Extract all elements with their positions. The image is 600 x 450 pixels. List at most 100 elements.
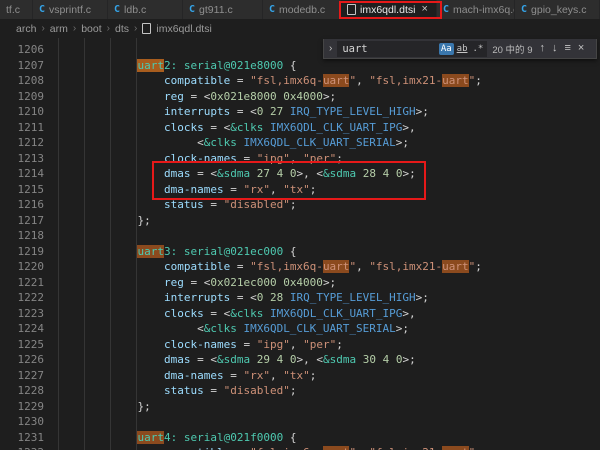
- close-find-button[interactable]: ×: [576, 43, 586, 54]
- tab-ldb.c[interactable]: Cldb.c: [108, 0, 183, 19]
- tab-gpio_keys.c[interactable]: Cgpio_keys.c: [515, 0, 600, 19]
- tab-label: vsprintf.c: [49, 4, 91, 16]
- code-line[interactable]: 1228 status = "disabled";: [0, 383, 600, 399]
- line-number: 1211: [0, 120, 44, 136]
- code-line[interactable]: 1227 dma-names = "rx", "tx";: [0, 368, 600, 384]
- code-line[interactable]: 1210 interrupts = <0 27 IRQ_TYPE_LEVEL_H…: [0, 104, 600, 120]
- breadcrumb[interactable]: arch›arm›boot›dts›imx6qdl.dtsi: [0, 19, 600, 38]
- file-icon: [142, 23, 151, 34]
- tab-tf.c[interactable]: tf.c: [0, 0, 33, 19]
- search-match: uart: [442, 446, 469, 450]
- code-line[interactable]: 1217 };: [0, 213, 600, 229]
- line-number: 1223: [0, 306, 44, 322]
- breadcrumb-item[interactable]: arm: [50, 23, 68, 35]
- code-text: dma-names = "rx", "tx";: [58, 368, 316, 384]
- code-line[interactable]: 1223 clocks = <&clks IMX6QDL_CLK_UART_IP…: [0, 306, 600, 322]
- tab-bar: tf.cCvsprintf.cCldb.cCgt911.cCmodedb.cim…: [0, 0, 600, 19]
- code-text: status = "disabled";: [58, 383, 296, 399]
- code-text: clock-names = "ipg", "per";: [58, 337, 343, 353]
- tab-gt911.c[interactable]: Cgt911.c: [183, 0, 263, 19]
- line-number: 1231: [0, 430, 44, 446]
- breadcrumb-item[interactable]: arch: [16, 23, 36, 35]
- code-line[interactable]: 1230: [0, 414, 600, 430]
- toggle-replace-chevron-icon[interactable]: ›: [327, 43, 334, 54]
- regex-toggle[interactable]: .*: [471, 43, 486, 55]
- code-line[interactable]: 1209 reg = <0x021e8000 0x4000>;: [0, 89, 600, 105]
- find-query-text[interactable]: uart: [342, 43, 437, 55]
- line-number: 1209: [0, 89, 44, 105]
- tab-modedb.c[interactable]: Cmodedb.c: [263, 0, 341, 19]
- breadcrumb-item[interactable]: boot: [81, 23, 101, 35]
- code-lines: 12061207 uart2: serial@021e8000 {1208 co…: [0, 42, 600, 450]
- line-number: 1222: [0, 290, 44, 306]
- tab-label: imx6qdl.dtsi: [360, 4, 415, 16]
- code-line[interactable]: 1224 <&clks IMX6QDL_CLK_UART_SERIAL>;: [0, 321, 600, 337]
- code-line[interactable]: 1231 uart4: serial@021f0000 {: [0, 430, 600, 446]
- code-line[interactable]: 1225 clock-names = "ipg", "per";: [0, 337, 600, 353]
- breadcrumb-separator-icon: ›: [41, 23, 44, 34]
- code-line[interactable]: 1226 dmas = <&sdma 29 4 0>, <&sdma 30 4 …: [0, 352, 600, 368]
- whole-word-toggle[interactable]: ab: [455, 43, 470, 55]
- code-text: <&clks IMX6QDL_CLK_UART_SERIAL>;: [58, 135, 409, 151]
- line-number: 1220: [0, 259, 44, 275]
- next-match-button[interactable]: ↓: [550, 43, 560, 54]
- tab-imx6qdl.dtsi[interactable]: imx6qdl.dtsi ×: [341, 0, 437, 19]
- close-tab-icon[interactable]: ×: [421, 4, 427, 15]
- code-line[interactable]: 1216 status = "disabled";: [0, 197, 600, 213]
- code-text: <&clks IMX6QDL_CLK_UART_SERIAL>;: [58, 321, 409, 337]
- code-text: compatible = "fsl,imx6q-uart", "fsl,imx2…: [58, 259, 482, 275]
- line-number: 1212: [0, 135, 44, 151]
- code-text: compatible = "fsl,imx6q-uart", "fsl,imx2…: [58, 73, 482, 89]
- c-file-icon: C: [39, 4, 45, 15]
- line-number: 1229: [0, 399, 44, 415]
- tab-label: tf.c: [6, 4, 20, 16]
- code-line[interactable]: 1214 dmas = <&sdma 27 4 0>, <&sdma 28 4 …: [0, 166, 600, 182]
- code-text: reg = <0x021ec000 0x4000>;: [58, 275, 336, 291]
- tab-label: ldb.c: [124, 4, 146, 16]
- line-number: 1227: [0, 368, 44, 384]
- c-file-icon: C: [189, 4, 195, 15]
- line-number: 1224: [0, 321, 44, 337]
- search-match: uart: [442, 260, 469, 273]
- code-line[interactable]: 1221 reg = <0x021ec000 0x4000>;: [0, 275, 600, 291]
- line-number: 1207: [0, 58, 44, 74]
- code-line[interactable]: 1208 compatible = "fsl,imx6q-uart", "fsl…: [0, 73, 600, 89]
- match-case-toggle[interactable]: Aa: [439, 43, 454, 55]
- code-line[interactable]: 1213 clock-names = "ipg", "per";: [0, 151, 600, 167]
- code-line[interactable]: 1220 compatible = "fsl,imx6q-uart", "fsl…: [0, 259, 600, 275]
- code-line[interactable]: 1215 dma-names = "rx", "tx";: [0, 182, 600, 198]
- search-match: uart: [137, 431, 164, 444]
- code-text: reg = <0x021e8000 0x4000>;: [58, 89, 336, 105]
- c-file-icon: C: [521, 4, 527, 15]
- code-text: interrupts = <0 27 IRQ_TYPE_LEVEL_HIGH>;: [58, 104, 429, 120]
- breadcrumb-filename[interactable]: imx6qdl.dtsi: [156, 23, 211, 35]
- line-number: 1228: [0, 383, 44, 399]
- breadcrumb-item[interactable]: dts: [115, 23, 129, 35]
- code-text: };: [58, 213, 151, 229]
- code-line[interactable]: 1222 interrupts = <0 28 IRQ_TYPE_LEVEL_H…: [0, 290, 600, 306]
- tab-mach-imx6q.c[interactable]: Cmach-imx6q.c: [437, 0, 515, 19]
- code-text: dmas = <&sdma 29 4 0>, <&sdma 30 4 0>;: [58, 352, 416, 368]
- line-number: 1219: [0, 244, 44, 260]
- code-editor[interactable]: 12061207 uart2: serial@021e8000 {1208 co…: [0, 38, 600, 450]
- code-line[interactable]: 1211 clocks = <&clks IMX6QDL_CLK_UART_IP…: [0, 120, 600, 136]
- search-match: uart: [323, 446, 350, 450]
- code-line[interactable]: 1232 compatible = "fsl,imx6q-uart", "fsl…: [0, 445, 600, 450]
- previous-match-button[interactable]: ↑: [537, 43, 547, 54]
- code-line[interactable]: 1219 uart3: serial@021ec000 {: [0, 244, 600, 260]
- line-number: 1226: [0, 352, 44, 368]
- c-file-icon: C: [114, 4, 120, 15]
- code-text: clocks = <&clks IMX6QDL_CLK_UART_IPG>,: [58, 306, 416, 322]
- search-match: uart: [323, 260, 350, 273]
- code-line[interactable]: 1207 uart2: serial@021e8000 {: [0, 58, 600, 74]
- line-number: 1206: [0, 42, 44, 58]
- code-text: uart2: serial@021e8000 {: [58, 58, 296, 74]
- find-input[interactable]: uart Aa ab .*: [337, 41, 487, 57]
- code-text: uart4: serial@021f0000 {: [58, 430, 296, 446]
- code-line[interactable]: 1212 <&clks IMX6QDL_CLK_UART_SERIAL>;: [0, 135, 600, 151]
- code-text: dma-names = "rx", "tx";: [58, 182, 316, 198]
- code-line[interactable]: 1218: [0, 228, 600, 244]
- tab-vsprintf.c[interactable]: Cvsprintf.c: [33, 0, 108, 19]
- code-line[interactable]: 1229 };: [0, 399, 600, 415]
- find-in-selection-button[interactable]: ≡: [562, 43, 572, 54]
